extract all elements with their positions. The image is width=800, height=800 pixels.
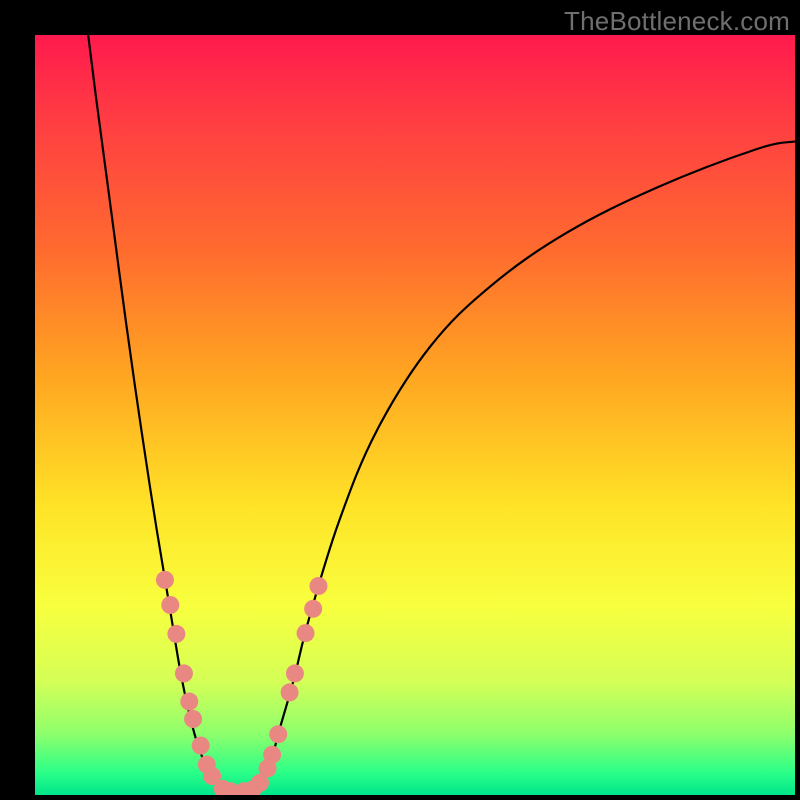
marker-dot bbox=[263, 746, 281, 764]
marker-dot bbox=[269, 725, 287, 743]
marker-dot bbox=[309, 577, 327, 595]
marker-dot bbox=[297, 624, 315, 642]
branding-watermark: TheBottleneck.com bbox=[564, 6, 790, 37]
curve-right bbox=[255, 141, 795, 795]
marker-dot bbox=[167, 625, 185, 643]
chart-frame: TheBottleneck.com bbox=[0, 0, 800, 800]
marker-dot bbox=[180, 693, 198, 711]
plot-area bbox=[35, 35, 795, 795]
marker-dot bbox=[192, 737, 210, 755]
plot-svg bbox=[35, 35, 795, 795]
curve-left bbox=[88, 35, 232, 795]
marker-dot bbox=[304, 600, 322, 618]
marker-dot bbox=[281, 683, 299, 701]
marker-dot bbox=[161, 596, 179, 614]
marker-dot bbox=[175, 664, 193, 682]
marker-dot bbox=[184, 710, 202, 728]
marker-dot bbox=[156, 571, 174, 589]
marker-dot bbox=[286, 664, 304, 682]
